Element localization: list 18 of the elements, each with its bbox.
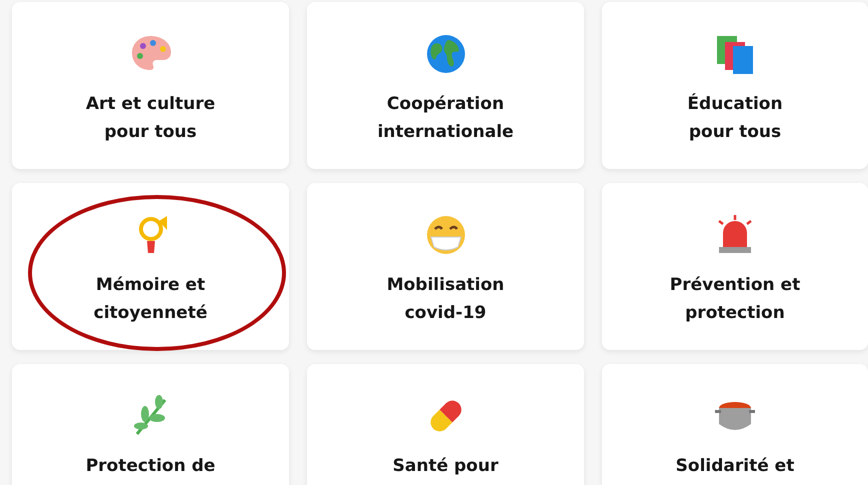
category-label: Mobilisation covid-19 <box>386 274 504 325</box>
category-label: Mémoire et citoyenneté <box>94 274 208 325</box>
category-card[interactable]: Mobilisation covid-19 <box>307 183 584 350</box>
category-card[interactable]: Prévention et protection <box>602 183 868 350</box>
category-label: Santé pour <box>392 455 498 478</box>
category-label: Coopération internationale <box>377 93 514 144</box>
category-card[interactable]: Mémoire et citoyenneté <box>12 183 289 350</box>
category-card[interactable]: Santé pour <box>307 364 584 485</box>
category-label: Solidarité et <box>676 455 794 478</box>
category-card[interactable]: Protection de <box>12 364 289 485</box>
category-label: Art et culture pour tous <box>86 93 216 144</box>
category-card[interactable]: Coopération internationale <box>307 2 584 169</box>
category-card[interactable]: Art et culture pour tous <box>12 2 289 169</box>
category-card[interactable]: Solidarité et <box>602 364 868 485</box>
category-label: Protection de <box>86 455 216 478</box>
category-label: Prévention et protection <box>670 274 800 325</box>
category-card[interactable]: Éducation pour tous <box>602 2 868 169</box>
category-label: Éducation pour tous <box>687 92 783 144</box>
